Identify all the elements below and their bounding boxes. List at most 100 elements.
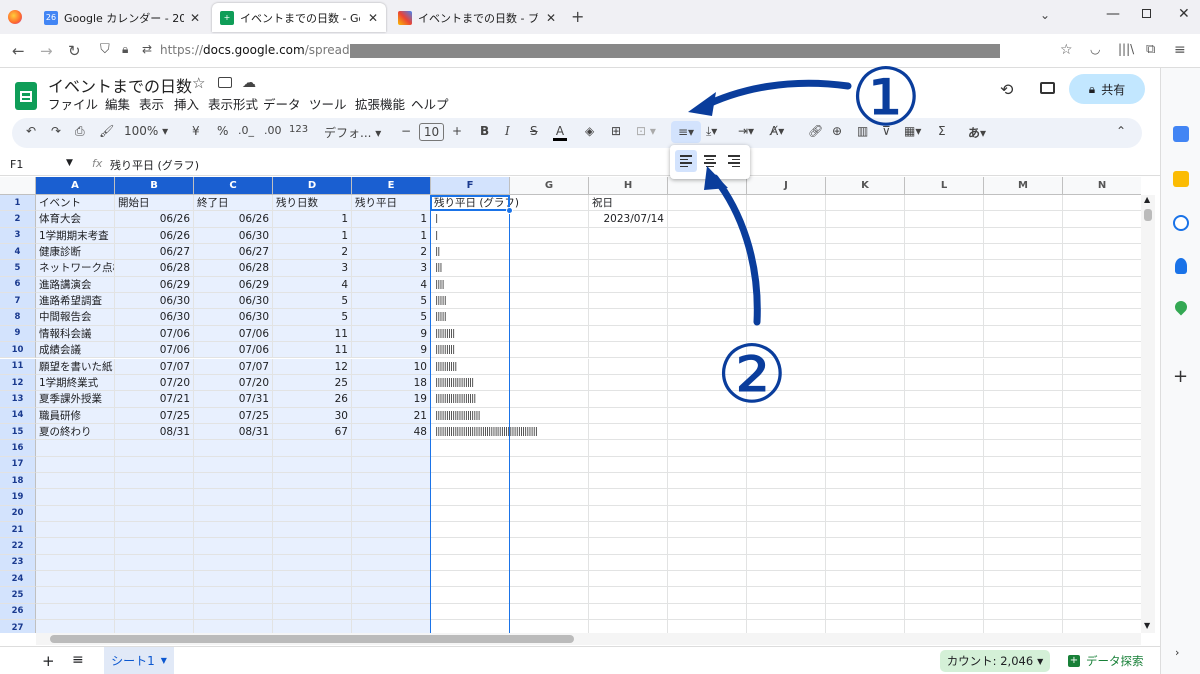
row-header-15[interactable]: 15	[0, 423, 36, 441]
cell-e26[interactable]	[352, 603, 431, 621]
cell-n24[interactable]	[1063, 571, 1141, 588]
cell-d25[interactable]	[273, 587, 352, 604]
cell-b23[interactable]	[115, 554, 194, 572]
cell-m27[interactable]	[984, 620, 1063, 633]
cell-e4[interactable]: 2	[352, 244, 431, 261]
row-header-19[interactable]: 19	[0, 489, 36, 506]
cell-d13[interactable]: 26	[273, 391, 352, 408]
cell-k5[interactable]	[826, 260, 905, 277]
cell-c8[interactable]: 06/30	[194, 309, 273, 326]
menu-help[interactable]: ヘルプ	[411, 94, 449, 113]
cell-g25[interactable]	[510, 587, 589, 604]
align-left-icon[interactable]	[675, 150, 697, 172]
menu-view[interactable]: 表示	[139, 94, 164, 113]
cell-f21[interactable]	[431, 522, 510, 539]
cell-n15[interactable]	[1063, 424, 1141, 441]
cell-b7[interactable]: 06/30	[115, 293, 194, 310]
row-header-14[interactable]: 14	[0, 407, 36, 424]
cell-a1[interactable]: イベント	[36, 195, 115, 212]
cell-m8[interactable]	[984, 309, 1063, 326]
cell-g8[interactable]	[510, 309, 589, 326]
cell-n13[interactable]	[1063, 391, 1141, 408]
cell-n18[interactable]	[1063, 473, 1141, 490]
cell-l8[interactable]	[905, 309, 984, 326]
scroll-down-icon[interactable]: ▼	[1144, 621, 1150, 630]
cell-h2[interactable]: 2023/07/14	[589, 211, 668, 228]
column-header-m[interactable]: M	[984, 177, 1063, 195]
cell-h14[interactable]	[589, 407, 668, 424]
cell-c4[interactable]: 06/27	[194, 244, 273, 261]
cell-a26[interactable]	[36, 603, 115, 621]
cell-m7[interactable]	[984, 293, 1063, 310]
cell-j21[interactable]	[747, 522, 826, 539]
formula-input[interactable]: 残り平日 (グラフ)	[110, 157, 199, 173]
cell-i26[interactable]	[668, 603, 747, 621]
cell-l15[interactable]	[905, 423, 984, 441]
input-tools-button[interactable]: あ▾	[968, 124, 986, 141]
firefox-icon[interactable]	[8, 10, 22, 24]
cell-j19[interactable]	[747, 489, 826, 506]
cell-d16[interactable]	[273, 440, 352, 457]
cell-b6[interactable]: 06/29	[115, 276, 194, 294]
cell-l21[interactable]	[905, 522, 984, 539]
cell-c21[interactable]	[194, 522, 273, 539]
contacts-side-icon[interactable]	[1175, 258, 1187, 274]
menu-extensions[interactable]: 拡張機能	[355, 94, 405, 113]
cell-f22[interactable]	[431, 538, 510, 555]
cell-a21[interactable]	[36, 522, 115, 539]
cell-k22[interactable]	[826, 538, 905, 555]
row-header-1[interactable]: 1	[0, 195, 36, 212]
cell-i20[interactable]	[668, 505, 747, 522]
cell-n1[interactable]	[1063, 195, 1141, 212]
restore-icon[interactable]	[1142, 9, 1151, 18]
cell-g21[interactable]	[510, 522, 589, 539]
row-header-11[interactable]: 11	[0, 358, 36, 375]
cell-i7[interactable]	[668, 293, 747, 310]
cell-d17[interactable]	[273, 456, 352, 473]
column-header-g[interactable]: G	[510, 177, 589, 195]
cell-h15[interactable]	[589, 423, 668, 441]
all-sheets-icon[interactable]: ≡	[72, 652, 84, 668]
cell-m14[interactable]	[984, 407, 1063, 424]
cell-d24[interactable]	[273, 571, 352, 588]
forward-arrow-icon[interactable]: →	[40, 42, 53, 60]
cell-g14[interactable]	[510, 407, 589, 424]
cell-n3[interactable]	[1063, 228, 1141, 245]
cell-b1[interactable]: 開始日	[115, 195, 194, 212]
cell-h19[interactable]	[589, 489, 668, 506]
cell-i10[interactable]	[668, 342, 747, 359]
cell-i18[interactable]	[668, 472, 747, 490]
cell-m19[interactable]	[984, 489, 1063, 506]
cell-m9[interactable]	[984, 325, 1063, 343]
collapse-toolbar-icon[interactable]: ⌃	[1116, 124, 1126, 138]
cell-g9[interactable]	[510, 325, 589, 343]
cell-m6[interactable]	[984, 276, 1063, 294]
cell-c14[interactable]: 07/25	[194, 407, 273, 424]
cell-f27[interactable]	[431, 620, 510, 633]
cell-c3[interactable]: 06/30	[194, 227, 273, 245]
cell-n7[interactable]	[1063, 293, 1141, 310]
cell-d4[interactable]: 2	[273, 244, 352, 261]
cell-d26[interactable]	[273, 603, 352, 621]
cell-g1[interactable]	[510, 195, 589, 212]
shield-icon[interactable]: ⛉	[100, 42, 110, 57]
cell-f19[interactable]	[431, 489, 510, 506]
cell-m5[interactable]	[984, 260, 1063, 277]
cell-l3[interactable]	[905, 227, 984, 245]
comment-icon[interactable]	[1040, 82, 1055, 94]
cell-a9[interactable]: 情報科会議	[36, 325, 115, 343]
cell-j26[interactable]	[747, 603, 826, 621]
cell-a6[interactable]: 進路講演会	[36, 276, 115, 294]
cell-e20[interactable]	[352, 505, 431, 522]
cell-f24[interactable]	[431, 571, 510, 588]
menu-format[interactable]: 表示形式	[208, 94, 258, 113]
cell-k6[interactable]	[826, 276, 905, 294]
scroll-up-icon[interactable]: ▲	[1144, 195, 1150, 204]
cell-a24[interactable]	[36, 571, 115, 588]
cell-d19[interactable]	[273, 489, 352, 506]
column-header-k[interactable]: K	[826, 177, 905, 195]
close-tab-icon[interactable]: ✕	[368, 11, 378, 25]
cell-m22[interactable]	[984, 538, 1063, 555]
cell-b18[interactable]	[115, 472, 194, 490]
cell-e5[interactable]: 3	[352, 260, 431, 277]
